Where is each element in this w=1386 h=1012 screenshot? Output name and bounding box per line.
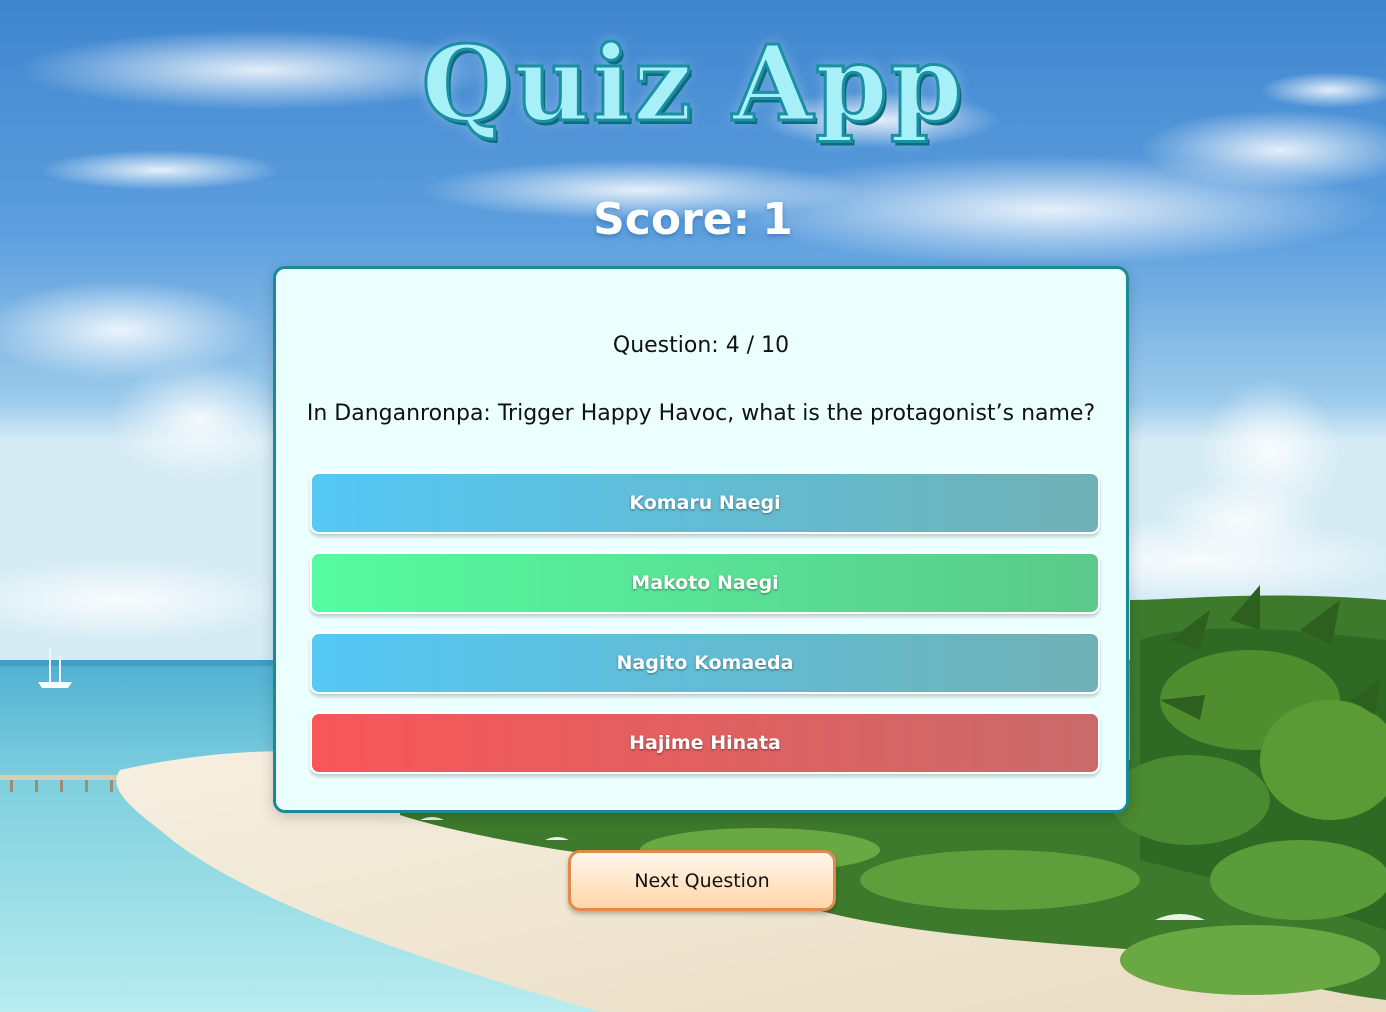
answer-button-2[interactable]: Makoto Naegi [310,552,1100,614]
answer-list: Komaru Naegi Makoto Naegi Nagito Komaeda… [310,472,1100,792]
answer-button-1[interactable]: Komaru Naegi [310,472,1100,534]
answer-button-4[interactable]: Hajime Hinata [310,712,1100,774]
answer-label: Makoto Naegi [631,572,779,594]
answer-button-3[interactable]: Nagito Komaeda [310,632,1100,694]
question-counter: Question: 4 / 10 [612,333,790,358]
score-value: 1 [762,194,793,245]
answer-label: Nagito Komaeda [616,652,794,674]
score-display: Score: 1 [0,188,1386,252]
next-question-button[interactable]: Next Question [568,850,836,911]
answer-label: Komaru Naegi [629,492,781,514]
app-title: Quiz App [420,21,965,147]
question-text: In Danganronpa: Trigger Happy Havoc, wha… [306,401,1096,426]
quiz-card: Question: 4 / 10 In Danganronpa: Trigger… [273,266,1129,813]
answer-label: Hajime Hinata [629,732,781,754]
score-label: Score: [593,194,751,245]
